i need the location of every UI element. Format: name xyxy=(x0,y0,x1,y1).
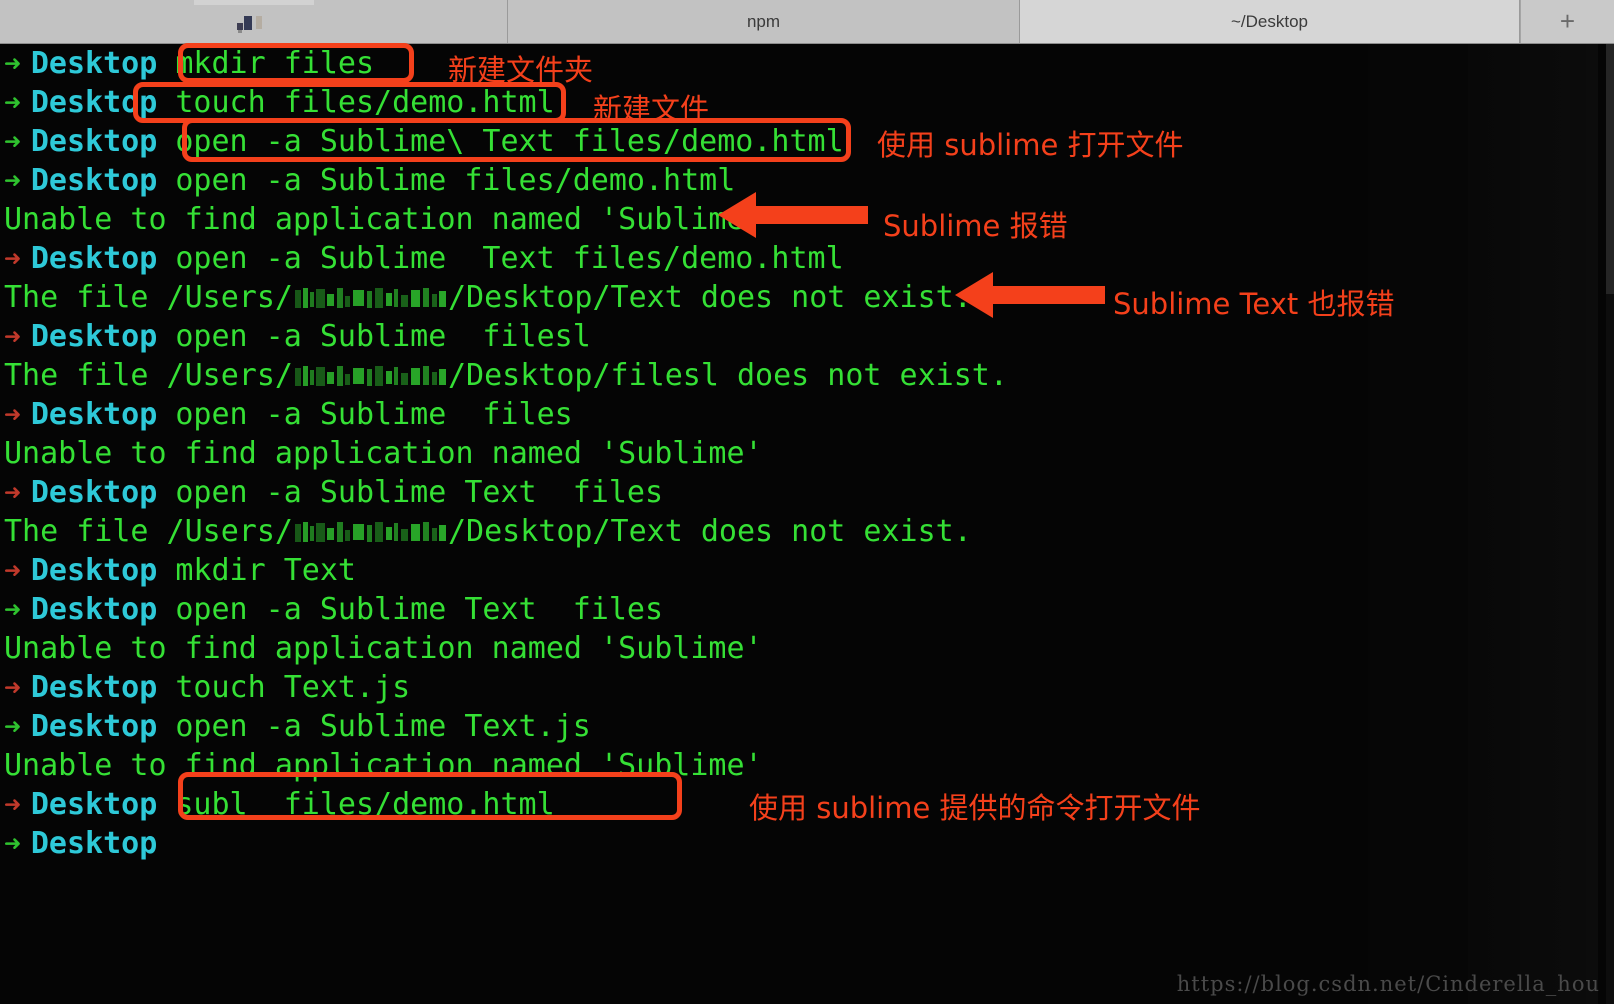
terminal-command: open -a Sublime filesl xyxy=(175,319,591,354)
terminal-output-line: Unable to find application named 'Sublim… xyxy=(0,200,1614,239)
prompt-cwd: Desktop xyxy=(30,397,158,432)
terminal-output-line: The file /Users/ /Desktop/Text does not e… xyxy=(0,512,1614,551)
output-path-suffix: /Desktop/Text does not exist. xyxy=(447,514,972,549)
terminal-prompt-line: ➜ Desktop touch files/demo.html xyxy=(0,83,1614,122)
terminal-command: open -a Sublime\ Text files/demo.html xyxy=(175,124,844,159)
output-text: Unable to find application named 'Sublim… xyxy=(4,202,763,237)
terminal-command: mkdir Text xyxy=(175,553,356,588)
terminal-prompt-line: ➜ Desktop open -a Sublime Text files xyxy=(0,590,1614,629)
terminal-prompt-line: ➜ Desktop mkdir Text xyxy=(0,551,1614,590)
prompt-arrow-icon: ➜ xyxy=(4,671,21,704)
terminal-command: open -a Sublime Text files/demo.html xyxy=(175,241,844,276)
prompt-arrow-icon: ➜ xyxy=(4,554,21,587)
prompt-arrow-icon: ➜ xyxy=(4,47,21,80)
tab-npm[interactable]: npm xyxy=(508,0,1020,43)
scrollbar-thumb[interactable] xyxy=(1606,44,1614,294)
terminal-prompt-line: ➜ Desktop touch Text.js xyxy=(0,668,1614,707)
tab-obscured-label-icon xyxy=(236,14,271,33)
prompt-arrow-icon: ➜ xyxy=(4,593,21,626)
prompt-arrow-icon: ➜ xyxy=(4,827,21,860)
terminal-prompt-line: ➜ Desktop subl files/demo.html xyxy=(0,785,1614,824)
output-path-prefix: The file /Users/ xyxy=(4,280,293,315)
terminal-command: open -a Sublime Text files xyxy=(175,592,664,627)
prompt-cwd: Desktop xyxy=(30,163,158,198)
terminal-prompt-line: ➜ Desktop open -a Sublime Text files/demo… xyxy=(0,239,1614,278)
prompt-arrow-icon: ➜ xyxy=(4,164,21,197)
terminal-prompt-line: ➜ Desktop open -a Sublime files xyxy=(0,395,1614,434)
terminal-prompt-line: ➜ Desktop open -a Sublime Text files xyxy=(0,473,1614,512)
terminal-prompt-line: ➜ Desktop open -a Sublime files/demo.html xyxy=(0,161,1614,200)
output-path-prefix: The file /Users/ xyxy=(4,514,293,549)
prompt-cwd: Desktop xyxy=(30,670,158,705)
prompt-cwd: Desktop xyxy=(30,241,158,276)
prompt-cwd: Desktop xyxy=(30,709,158,744)
redacted-username xyxy=(293,286,448,312)
prompt-cwd: Desktop xyxy=(30,787,158,822)
prompt-cwd: Desktop xyxy=(30,475,158,510)
redacted-username xyxy=(293,364,448,390)
output-path-prefix: The file /Users/ xyxy=(4,358,293,393)
terminal-prompt-line: ➜ Desktop xyxy=(0,824,1614,863)
terminal-window: npm ~/Desktop + ➜ Desktop mkdir files ➜ Des… xyxy=(0,0,1614,1004)
terminal-output-line: Unable to find application named 'Sublim… xyxy=(0,629,1614,668)
terminal-command: open -a Sublime Text files xyxy=(175,475,664,510)
terminal-command: subl files/demo.html xyxy=(175,787,555,822)
redacted-username xyxy=(293,520,448,546)
prompt-cwd: Desktop xyxy=(30,46,158,81)
terminal-command: touch Text.js xyxy=(175,670,411,705)
terminal-output-line: Unable to find application named 'Sublim… xyxy=(0,434,1614,473)
output-text: Unable to find application named 'Sublim… xyxy=(4,748,763,783)
terminal-body[interactable]: ➜ Desktop mkdir files ➜ Desktop touch files… xyxy=(0,44,1614,1004)
output-path-suffix: /Desktop/Text does not exist. xyxy=(447,280,972,315)
prompt-cwd: Desktop xyxy=(30,124,158,159)
terminal-output: ➜ Desktop mkdir files ➜ Desktop touch files… xyxy=(0,44,1614,863)
prompt-arrow-icon: ➜ xyxy=(4,710,21,743)
prompt-cwd: Desktop xyxy=(30,553,158,588)
tab-desktop[interactable]: ~/Desktop xyxy=(1020,0,1520,43)
new-tab-button[interactable]: + xyxy=(1520,0,1614,43)
terminal-output-line: The file /Users/ /Desktop/filesl does not… xyxy=(0,356,1614,395)
terminal-command: open -a Sublime files/demo.html xyxy=(175,163,736,198)
prompt-arrow-icon: ➜ xyxy=(4,398,21,431)
terminal-prompt-line: ➜ Desktop open -a Sublime filesl xyxy=(0,317,1614,356)
vertical-scrollbar[interactable] xyxy=(1606,44,1614,1004)
prompt-arrow-icon: ➜ xyxy=(4,86,21,119)
prompt-cwd: Desktop xyxy=(30,319,158,354)
terminal-command: mkdir files xyxy=(175,46,375,81)
output-path-suffix: /Desktop/filesl does not exist. xyxy=(447,358,1008,393)
terminal-output-line: Unable to find application named 'Sublim… xyxy=(0,746,1614,785)
prompt-arrow-icon: ➜ xyxy=(4,242,21,275)
terminal-output-line: The file /Users/ /Desktop/Text does not e… xyxy=(0,278,1614,317)
tab-npm-label: npm xyxy=(746,11,781,31)
terminal-command: touch files/demo.html xyxy=(175,85,555,120)
prompt-arrow-icon: ➜ xyxy=(4,788,21,821)
prompt-arrow-icon: ➜ xyxy=(4,476,21,509)
output-text: Unable to find application named 'Sublim… xyxy=(4,631,763,666)
tab-notch xyxy=(193,0,314,5)
terminal-command: open -a Sublime files xyxy=(175,397,573,432)
tab-obscured[interactable] xyxy=(0,0,508,43)
prompt-arrow-icon: ➜ xyxy=(4,125,21,158)
terminal-command: open -a Sublime Text.js xyxy=(175,709,591,744)
prompt-cwd: Desktop xyxy=(30,85,158,120)
terminal-prompt-line: ➜ Desktop mkdir files xyxy=(0,44,1614,83)
tab-desktop-label: ~/Desktop xyxy=(1230,11,1308,31)
output-text: Unable to find application named 'Sublim… xyxy=(4,436,763,471)
prompt-cwd: Desktop xyxy=(30,826,158,861)
tab-bar: npm ~/Desktop + xyxy=(0,0,1614,44)
terminal-prompt-line: ➜ Desktop open -a Sublime Text.js xyxy=(0,707,1614,746)
prompt-cwd: Desktop xyxy=(30,592,158,627)
prompt-arrow-icon: ➜ xyxy=(4,320,21,353)
terminal-prompt-line: ➜ Desktop open -a Sublime\ Text files/dem… xyxy=(0,122,1614,161)
